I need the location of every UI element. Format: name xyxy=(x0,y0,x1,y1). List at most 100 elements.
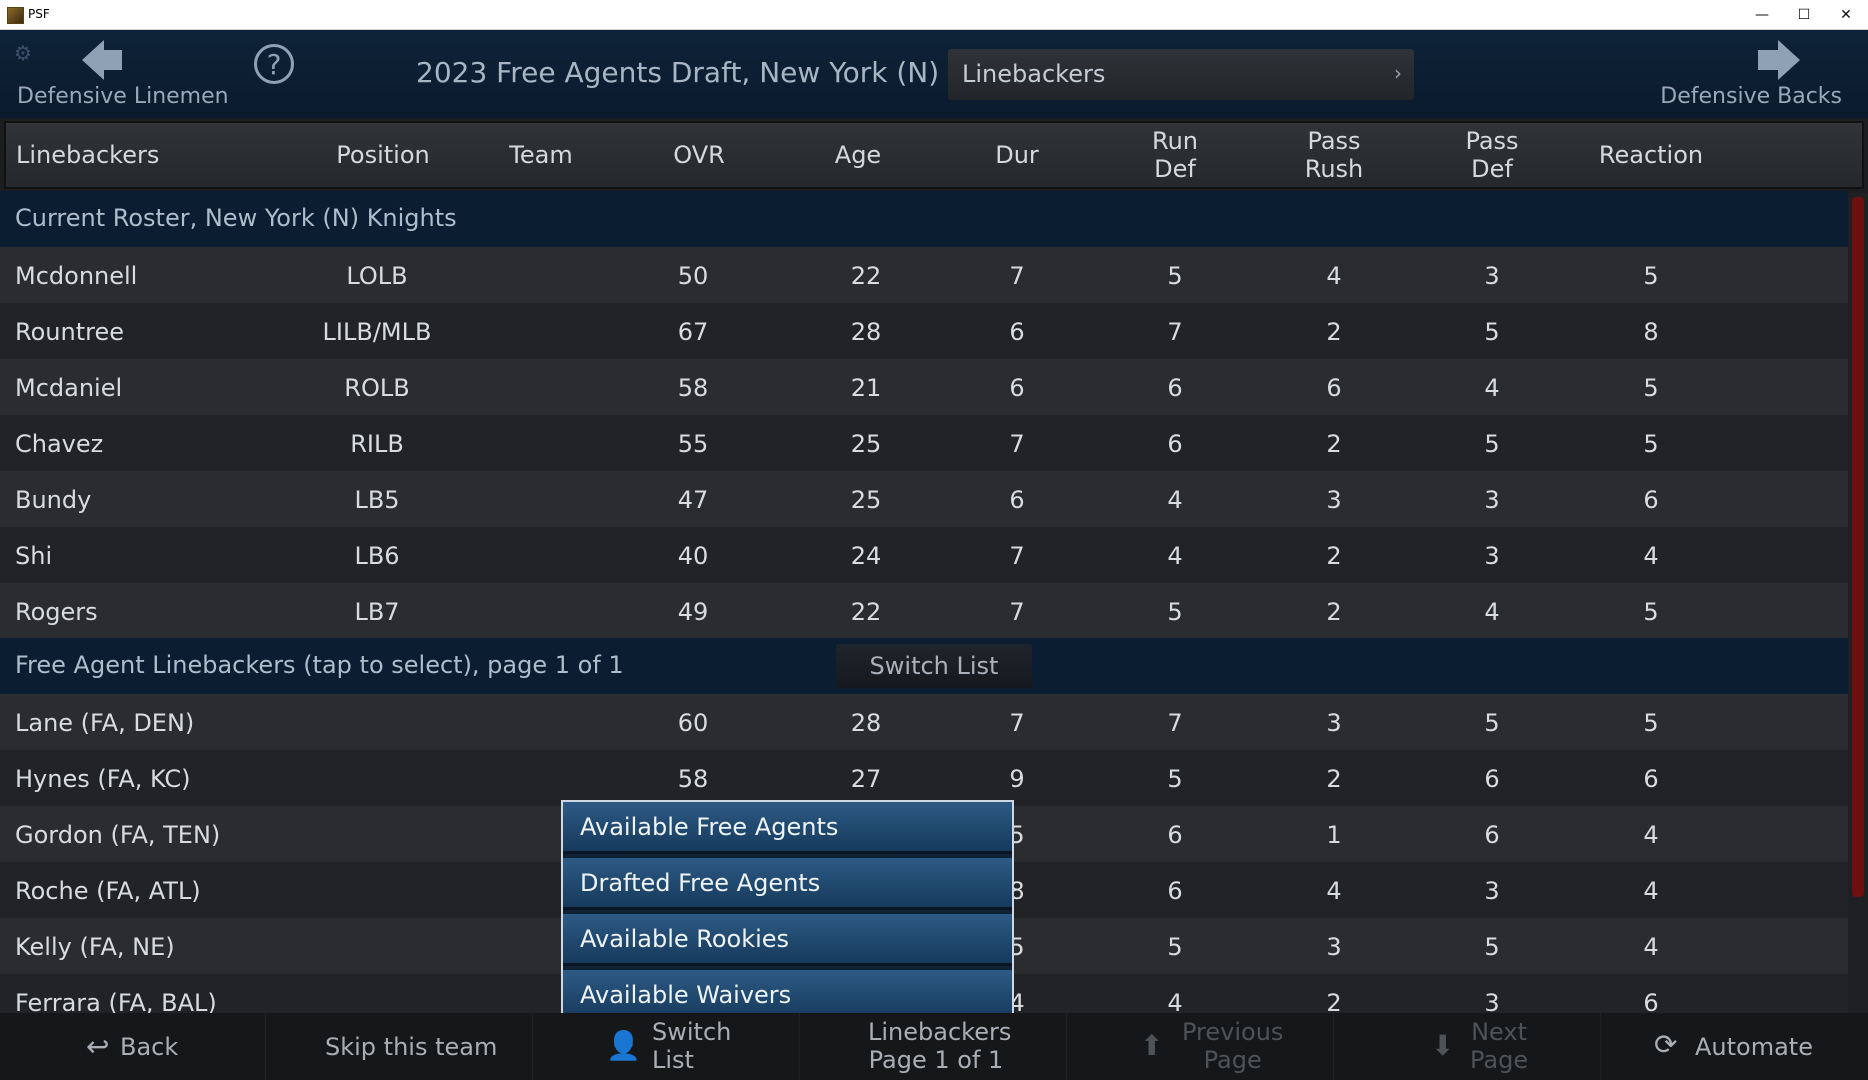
table-row[interactable]: Shi LB6 40 24 7 4 2 3 4 xyxy=(0,527,1848,583)
window-title: PSF xyxy=(28,7,50,21)
cell-reaction: 5 xyxy=(1643,709,1659,737)
cell-pass-def: 5 xyxy=(1484,318,1500,346)
col-team[interactable]: Team xyxy=(476,141,606,169)
table-row[interactable]: Rogers LB7 49 22 7 5 2 4 5 xyxy=(0,583,1848,639)
cell-age: 25 xyxy=(850,430,882,458)
cell-run-def: 6 xyxy=(1167,430,1183,458)
col-pass-rush[interactable]: Pass Rush xyxy=(1269,127,1399,183)
cell-run-def: 5 xyxy=(1167,765,1183,793)
cell-pass-def: 5 xyxy=(1484,430,1500,458)
cell-pos: LOLB xyxy=(346,262,408,290)
roster-section-heading: Current Roster, New York (N) Knights xyxy=(0,191,1848,247)
cell-dur: 7 xyxy=(1009,430,1025,458)
cell-run-def: 7 xyxy=(1167,318,1183,346)
col-run-def[interactable]: Run Def xyxy=(1110,127,1240,183)
cell-reaction: 6 xyxy=(1643,765,1659,793)
player-name: Mcdaniel xyxy=(15,374,123,402)
menu-item-available-rookies[interactable]: Available Rookies xyxy=(563,914,1012,966)
cell-run-def: 7 xyxy=(1167,709,1183,737)
page-title: 2023 Free Agents Draft, New York (N) xyxy=(416,56,940,89)
cell-pos: LB6 xyxy=(354,542,400,570)
player-name: Kelly (FA, NE) xyxy=(15,933,175,961)
maximize-icon[interactable]: ☐ xyxy=(1782,0,1826,29)
table-row[interactable]: Mcdaniel ROLB 58 21 6 6 6 4 5 xyxy=(0,359,1848,415)
position-dropdown[interactable]: Linebackers › xyxy=(948,49,1414,100)
table-row[interactable]: Rountree LILB/MLB 67 28 6 7 2 5 8 xyxy=(0,303,1848,359)
cell-pass-rush: 2 xyxy=(1326,430,1342,458)
player-name: Rogers xyxy=(15,598,98,626)
player-name: Lane (FA, DEN) xyxy=(15,709,195,737)
previous-page-button[interactable]: ⬆ Previous Page xyxy=(1068,1013,1334,1080)
cell-pass-def: 5 xyxy=(1484,709,1500,737)
cell-reaction: 5 xyxy=(1643,598,1659,626)
next-page-button[interactable]: ⬇ Next Page xyxy=(1335,1013,1601,1080)
back-button[interactable]: ↩ Back xyxy=(0,1013,266,1080)
cell-reaction: 6 xyxy=(1643,486,1659,514)
cell-age: 25 xyxy=(850,486,882,514)
prev-position-button[interactable]: Defensive Linemen xyxy=(14,36,234,116)
table-row[interactable]: Hynes (FA, KC) 58 27 9 5 2 6 6 xyxy=(0,750,1848,806)
app-icon xyxy=(7,7,24,24)
col-name[interactable]: Linebackers xyxy=(16,141,159,169)
cell-run-def: 5 xyxy=(1167,598,1183,626)
switch-list-footer-button[interactable]: 👤 Switch List xyxy=(534,1013,800,1080)
menu-item-available-free-agents[interactable]: Available Free Agents xyxy=(563,802,1012,854)
back-arrow-icon: ↩ xyxy=(86,1030,110,1063)
cell-reaction: 4 xyxy=(1643,933,1659,961)
cell-pass-rush: 3 xyxy=(1326,709,1342,737)
cell-ovr: 49 xyxy=(677,598,709,626)
refresh-icon: ⟳ xyxy=(1654,1028,1678,1061)
cell-age: 28 xyxy=(850,709,882,737)
cell-age: 22 xyxy=(850,598,882,626)
next-position-button[interactable]: Defensive Backs xyxy=(1650,36,1860,116)
close-icon[interactable]: ✕ xyxy=(1824,0,1868,29)
cell-ovr: 40 xyxy=(677,542,709,570)
cell-run-def: 4 xyxy=(1167,542,1183,570)
player-name: Bundy xyxy=(15,486,92,514)
person-icon: 👤 xyxy=(606,1029,641,1062)
page-indicator: Linebackers Page 1 of 1 xyxy=(801,1013,1067,1080)
col-dur[interactable]: Dur xyxy=(952,141,1082,169)
cell-pass-rush: 6 xyxy=(1326,374,1342,402)
cell-run-def: 4 xyxy=(1167,486,1183,514)
cell-dur: 7 xyxy=(1009,709,1025,737)
cell-run-def: 5 xyxy=(1167,262,1183,290)
cell-dur: 6 xyxy=(1009,374,1025,402)
cell-ovr: 47 xyxy=(677,486,709,514)
cell-reaction: 4 xyxy=(1643,542,1659,570)
player-name: Mcdonnell xyxy=(15,262,138,290)
skip-team-button[interactable]: Skip this team xyxy=(267,1013,533,1080)
cell-dur: 9 xyxy=(1009,765,1025,793)
cell-pos: LB5 xyxy=(354,486,400,514)
col-position[interactable]: Position xyxy=(318,141,448,169)
cell-ovr: 58 xyxy=(677,374,709,402)
cell-run-def: 6 xyxy=(1167,374,1183,402)
scrollbar[interactable] xyxy=(1848,193,1868,1013)
table-row[interactable]: Chavez RILB 55 25 7 6 2 5 5 xyxy=(0,415,1848,471)
cell-ovr: 60 xyxy=(677,709,709,737)
arrow-left-icon xyxy=(82,40,104,80)
cell-reaction: 4 xyxy=(1643,821,1659,849)
automate-button[interactable]: ⟳ Automate xyxy=(1602,1013,1868,1080)
cell-dur: 6 xyxy=(1009,486,1025,514)
minimize-icon[interactable]: — xyxy=(1740,0,1784,29)
table-row[interactable]: Bundy LB5 47 25 6 4 3 3 6 xyxy=(0,471,1848,527)
col-age[interactable]: Age xyxy=(793,141,923,169)
menu-item-drafted-free-agents[interactable]: Drafted Free Agents xyxy=(563,858,1012,910)
table-row[interactable]: Lane (FA, DEN) 60 28 7 7 3 5 5 xyxy=(0,694,1848,750)
col-reaction[interactable]: Reaction xyxy=(1586,141,1716,169)
switch-list-button[interactable]: Switch List xyxy=(836,644,1032,688)
cell-run-def: 6 xyxy=(1167,877,1183,905)
col-pass-def[interactable]: Pass Def xyxy=(1427,127,1557,183)
help-icon[interactable]: ? xyxy=(254,44,294,84)
chevron-right-icon: › xyxy=(1394,61,1402,85)
scrollbar-thumb[interactable] xyxy=(1852,197,1864,897)
cell-pass-rush: 1 xyxy=(1326,821,1342,849)
cell-pass-def: 3 xyxy=(1484,262,1500,290)
player-name: Chavez xyxy=(15,430,104,458)
table-row[interactable]: Mcdonnell LOLB 50 22 7 5 4 3 5 xyxy=(0,247,1848,303)
col-ovr[interactable]: OVR xyxy=(634,141,764,169)
cell-pass-def: 3 xyxy=(1484,542,1500,570)
cell-pass-def: 6 xyxy=(1484,765,1500,793)
cell-pass-rush: 4 xyxy=(1326,262,1342,290)
